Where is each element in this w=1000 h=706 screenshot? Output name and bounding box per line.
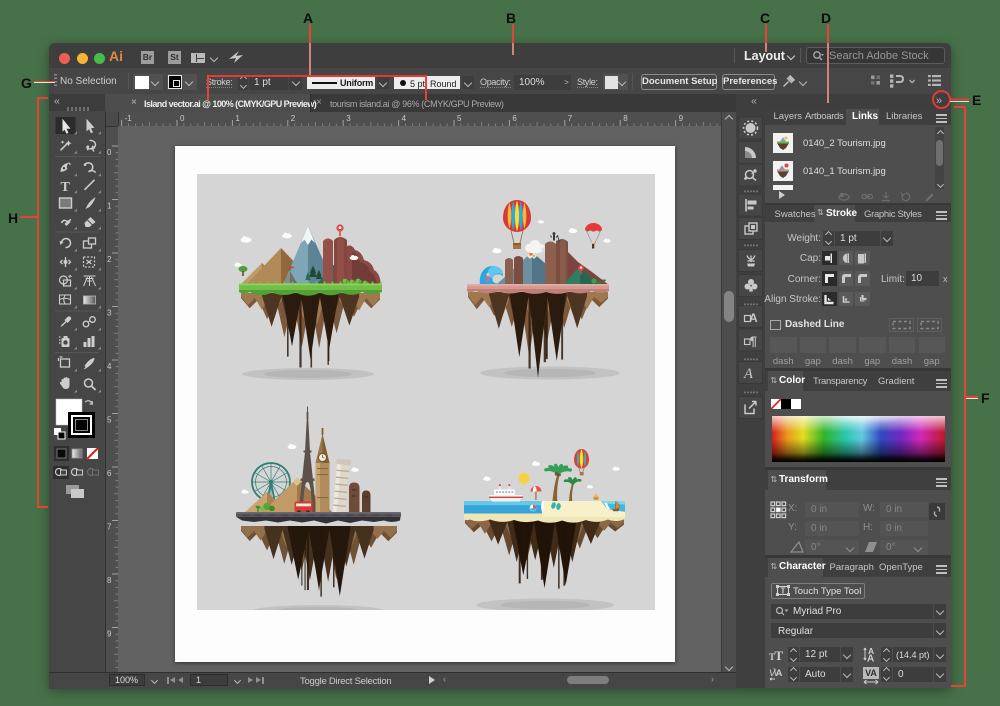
svg-text:8: 8 (623, 114, 628, 123)
svg-text:9: 9 (679, 114, 684, 123)
svg-text:8: 8 (107, 576, 112, 585)
svg-text:1: 1 (107, 202, 112, 211)
svg-text:T: T (61, 180, 71, 195)
svg-text:2: 2 (107, 255, 112, 264)
svg-text:2: 2 (291, 114, 296, 123)
svg-text:A: A (743, 366, 753, 382)
svg-text:3: 3 (107, 309, 112, 318)
svg-text:6: 6 (107, 469, 112, 478)
svg-text:T: T (781, 587, 786, 596)
svg-text:¶: ¶ (750, 335, 757, 349)
svg-text:1: 1 (235, 114, 240, 123)
svg-text:T: T (775, 648, 784, 661)
svg-text:4: 4 (107, 362, 112, 371)
svg-text:A: A (776, 668, 783, 679)
svg-text:-1: -1 (125, 114, 133, 123)
svg-text:A: A (749, 311, 758, 325)
svg-text:9: 9 (107, 630, 112, 639)
svg-text:A: A (867, 654, 874, 663)
svg-text:4: 4 (402, 114, 407, 123)
svg-text:7: 7 (568, 114, 573, 123)
svg-text:7: 7 (107, 523, 112, 532)
svg-text:6: 6 (512, 114, 517, 123)
svg-text:5: 5 (457, 114, 462, 123)
svg-text:5: 5 (107, 416, 112, 425)
svg-text:0: 0 (107, 148, 112, 157)
svg-text:0: 0 (180, 114, 185, 123)
svg-text:3: 3 (346, 114, 351, 123)
